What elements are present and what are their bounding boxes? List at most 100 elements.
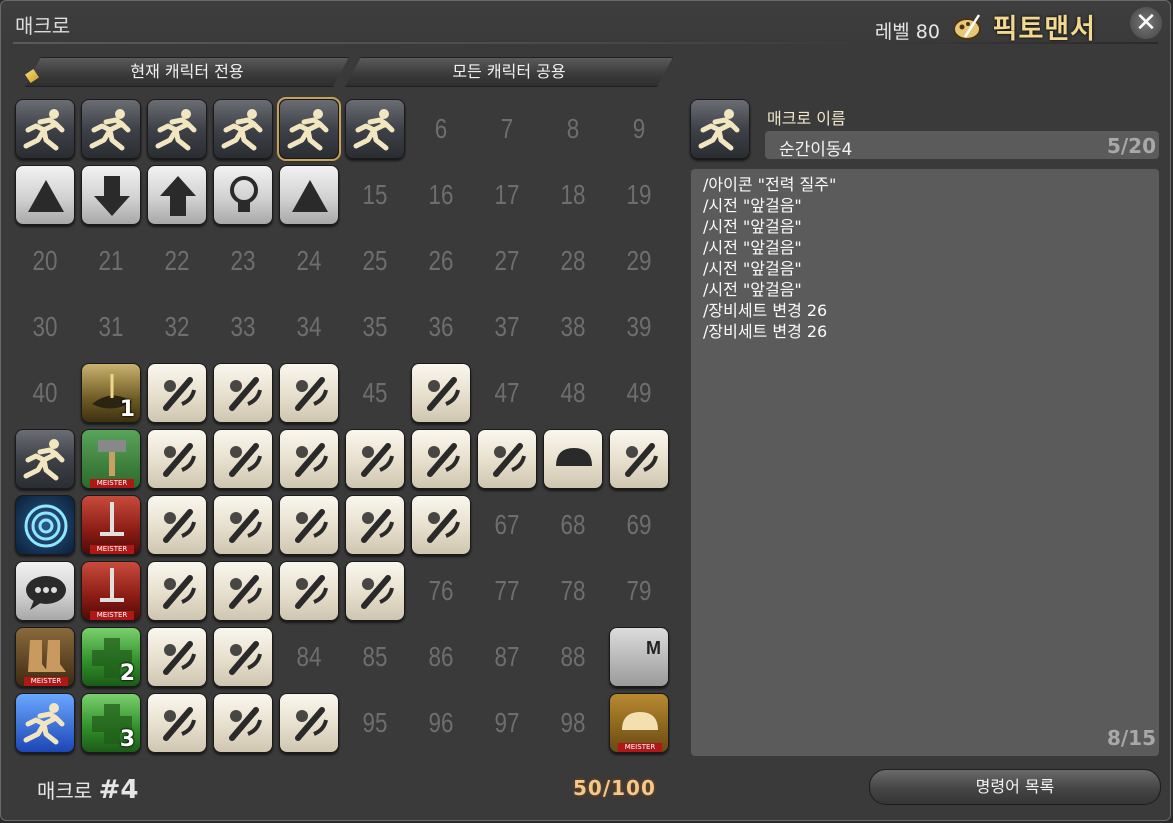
macro-slot[interactable]	[410, 428, 472, 490]
macro-slot[interactable]: 8	[542, 98, 604, 160]
macro-slot[interactable]	[14, 692, 76, 754]
macro-slot[interactable]: 19	[608, 164, 670, 226]
macro-slot[interactable]: 34	[278, 296, 340, 358]
macro-slot[interactable]: 76	[410, 560, 472, 622]
macro-slot[interactable]	[410, 362, 472, 424]
macro-slot[interactable]	[146, 362, 208, 424]
macro-slot[interactable]	[146, 428, 208, 490]
close-icon[interactable]: ✕	[1130, 7, 1162, 39]
macro-slot[interactable]: 27	[476, 230, 538, 292]
macro-slot[interactable]: 78	[542, 560, 604, 622]
macro-slot[interactable]: MEISTER	[608, 692, 670, 754]
command-list-button[interactable]: 명령어 목록	[869, 769, 1161, 805]
macro-slot[interactable]: 47	[476, 362, 538, 424]
macro-slot[interactable]: 25	[344, 230, 406, 292]
macro-slot[interactable]: 22	[146, 230, 208, 292]
macro-slot[interactable]	[344, 98, 406, 160]
macro-slot[interactable]: 40	[14, 362, 76, 424]
macro-slot[interactable]: MEISTER	[14, 626, 76, 688]
macro-slot[interactable]: 48	[542, 362, 604, 424]
macro-slot[interactable]	[608, 428, 670, 490]
macro-slot[interactable]	[344, 494, 406, 556]
macro-name-input[interactable]: 순간이동4 5/20	[765, 131, 1159, 160]
macro-slot[interactable]	[80, 98, 142, 160]
macro-slot[interactable]: MEISTER	[80, 428, 142, 490]
macro-slot[interactable]	[212, 560, 274, 622]
macro-slot[interactable]: 16	[410, 164, 472, 226]
macro-slot[interactable]: 20	[14, 230, 76, 292]
macro-slot[interactable]: 29	[608, 230, 670, 292]
macro-slot[interactable]	[212, 362, 274, 424]
macro-slot[interactable]: 33	[212, 296, 274, 358]
macro-slot[interactable]: 86	[410, 626, 472, 688]
macro-slot[interactable]: 37	[476, 296, 538, 358]
macro-slot[interactable]	[212, 164, 274, 226]
macro-slot[interactable]	[14, 428, 76, 490]
macro-slot[interactable]: 95	[344, 692, 406, 754]
macro-slot[interactable]	[14, 164, 76, 226]
macro-slot[interactable]: 15	[344, 164, 406, 226]
macro-slot[interactable]	[278, 428, 340, 490]
macro-slot[interactable]: 45	[344, 362, 406, 424]
macro-slot[interactable]	[212, 626, 274, 688]
macro-slot[interactable]	[278, 164, 340, 226]
macro-slot[interactable]: 77	[476, 560, 538, 622]
macro-slot[interactable]: 23	[212, 230, 274, 292]
macro-slot[interactable]	[14, 560, 76, 622]
macro-slot[interactable]	[344, 428, 406, 490]
macro-slot[interactable]	[146, 692, 208, 754]
macro-slot[interactable]: 49	[608, 362, 670, 424]
macro-slot[interactable]: 39	[608, 296, 670, 358]
macro-slot[interactable]: 7	[476, 98, 538, 160]
macro-slot[interactable]: 21	[80, 230, 142, 292]
macro-slot[interactable]: 24	[278, 230, 340, 292]
macro-slot[interactable]	[542, 428, 604, 490]
macro-slot[interactable]	[146, 626, 208, 688]
selected-macro-icon[interactable]	[689, 98, 751, 160]
macro-slot[interactable]	[14, 98, 76, 160]
macro-slot[interactable]: 88	[542, 626, 604, 688]
macro-slot[interactable]: 31	[80, 296, 142, 358]
macro-slot[interactable]	[278, 494, 340, 556]
macro-slot[interactable]: 79	[608, 560, 670, 622]
tab-shared[interactable]: 모든 캐릭터 공용	[345, 57, 673, 87]
macro-slot[interactable]: 98	[542, 692, 604, 754]
macro-slot[interactable]: 26	[410, 230, 472, 292]
macro-slot[interactable]	[410, 494, 472, 556]
macro-slot[interactable]	[344, 560, 406, 622]
macro-slot[interactable]: 68	[542, 494, 604, 556]
macro-slot[interactable]: 97	[476, 692, 538, 754]
macro-slot[interactable]	[146, 164, 208, 226]
title-bar[interactable]: 매크로 레벨 80 픽토맨서 ✕	[1, 1, 1170, 45]
macro-slot[interactable]: M	[608, 626, 670, 688]
macro-slot[interactable]: 84	[278, 626, 340, 688]
macro-slot[interactable]: 87	[476, 626, 538, 688]
macro-slot[interactable]: 30	[14, 296, 76, 358]
tab-character-only[interactable]: 현재 캐릭터 전용	[25, 57, 349, 87]
macro-slot[interactable]: 6	[410, 98, 472, 160]
macro-slot[interactable]: 17	[476, 164, 538, 226]
macro-slot[interactable]	[212, 428, 274, 490]
macro-slot[interactable]: 1	[80, 362, 142, 424]
macro-slot[interactable]	[278, 560, 340, 622]
macro-slot[interactable]	[146, 560, 208, 622]
macro-slot[interactable]: 36	[410, 296, 472, 358]
macro-slot[interactable]: MEISTER	[80, 494, 142, 556]
macro-slot[interactable]: 9	[608, 98, 670, 160]
macro-slot[interactable]	[278, 692, 340, 754]
macro-slot[interactable]: MEISTER	[80, 560, 142, 622]
macro-slot[interactable]	[212, 494, 274, 556]
macro-slot[interactable]: 67	[476, 494, 538, 556]
macro-slot[interactable]	[146, 98, 208, 160]
macro-slot[interactable]: 28	[542, 230, 604, 292]
macro-slot[interactable]	[212, 98, 274, 160]
macro-slot[interactable]: 69	[608, 494, 670, 556]
macro-slot[interactable]	[277, 97, 341, 161]
macro-slot[interactable]	[146, 494, 208, 556]
macro-slot[interactable]: 96	[410, 692, 472, 754]
macro-slot[interactable]	[80, 164, 142, 226]
macro-text-editor[interactable]: /아이콘 "전력 질주" /시전 "앞걸음" /시전 "앞걸음" /시전 "앞걸…	[691, 169, 1159, 756]
macro-slot[interactable]: 2	[80, 626, 142, 688]
macro-slot[interactable]	[212, 692, 274, 754]
macro-slot[interactable]: 35	[344, 296, 406, 358]
